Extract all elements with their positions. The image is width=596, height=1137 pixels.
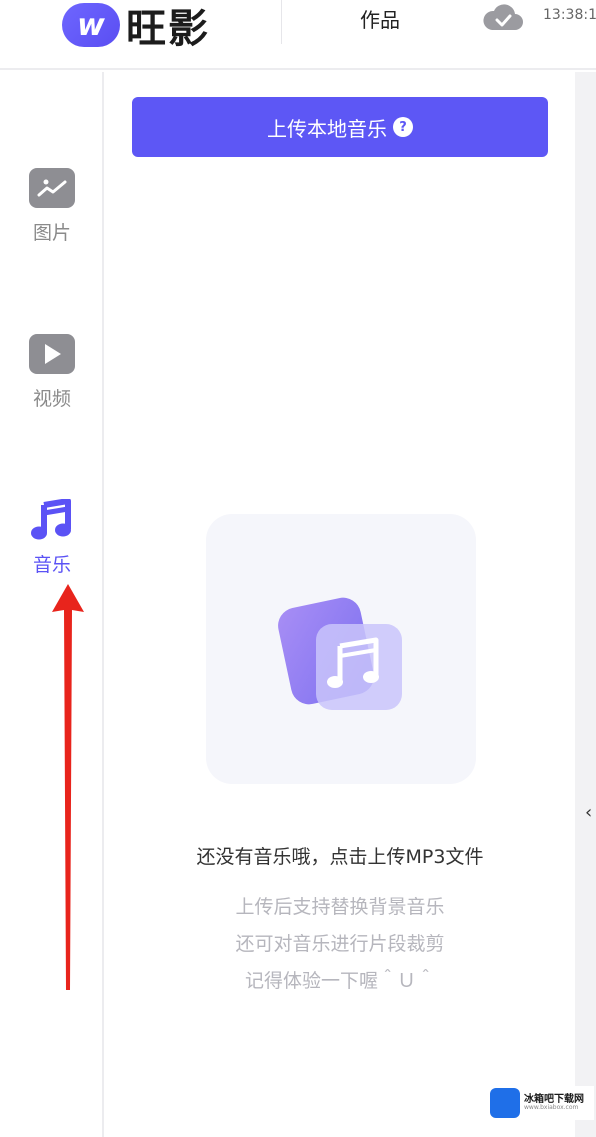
music-empty-illustration — [278, 597, 402, 710]
watermark-logo-icon — [490, 1088, 520, 1118]
nav-label-image: 图片 — [32, 222, 71, 244]
top-header: w 旺影 作品 13:38:1 — [0, 0, 596, 70]
logo-text: 旺影 — [126, 6, 210, 52]
cloud-check-icon[interactable] — [482, 0, 524, 32]
red-arrow-annotation — [52, 584, 84, 990]
collapse-chevron-icon[interactable]: ‹ — [585, 802, 592, 823]
tip-line: 记得体验一下喔＾Ｕ＾ — [244, 970, 435, 992]
upload-local-music-button[interactable]: 上传本地音乐 ? — [132, 97, 548, 157]
tip-line: 上传后支持替换背景音乐 — [235, 896, 445, 918]
empty-state-title: 还没有音乐哦，点击上传MP3文件 — [196, 846, 484, 868]
image-icon — [29, 168, 75, 208]
header-divider — [281, 0, 282, 44]
help-icon[interactable]: ? — [393, 117, 413, 137]
nav-label-music: 音乐 — [32, 554, 71, 576]
empty-state-card — [206, 514, 476, 784]
nav-item-image[interactable]: 图片 — [0, 168, 104, 245]
clock-time: 13:38:1 — [543, 7, 596, 23]
site-watermark: 冰箱吧下载网 www.bxiabox.com — [490, 1086, 594, 1120]
works-link[interactable]: 作品 — [360, 4, 400, 33]
app-logo[interactable]: w 旺影 — [62, 0, 210, 54]
play-icon — [29, 334, 75, 374]
music-panel: 上传本地音乐 ? 还没有音乐哦，点击上传MP3文件 上传后支持替换背景音乐 还可… — [106, 72, 574, 1137]
tip-line: 还可对音乐进行片段裁剪 — [235, 933, 445, 955]
right-panel-edge — [575, 72, 596, 1137]
upload-button-label: 上传本地音乐 — [267, 116, 387, 141]
nav-item-video[interactable]: 视频 — [0, 334, 104, 411]
watermark-url: www.bxiabox.com — [524, 1104, 579, 1112]
nav-label-video: 视频 — [32, 388, 71, 410]
music-note-icon — [29, 499, 75, 540]
nav-item-music[interactable]: 音乐 — [0, 499, 104, 577]
logo-mark: w — [62, 3, 120, 47]
